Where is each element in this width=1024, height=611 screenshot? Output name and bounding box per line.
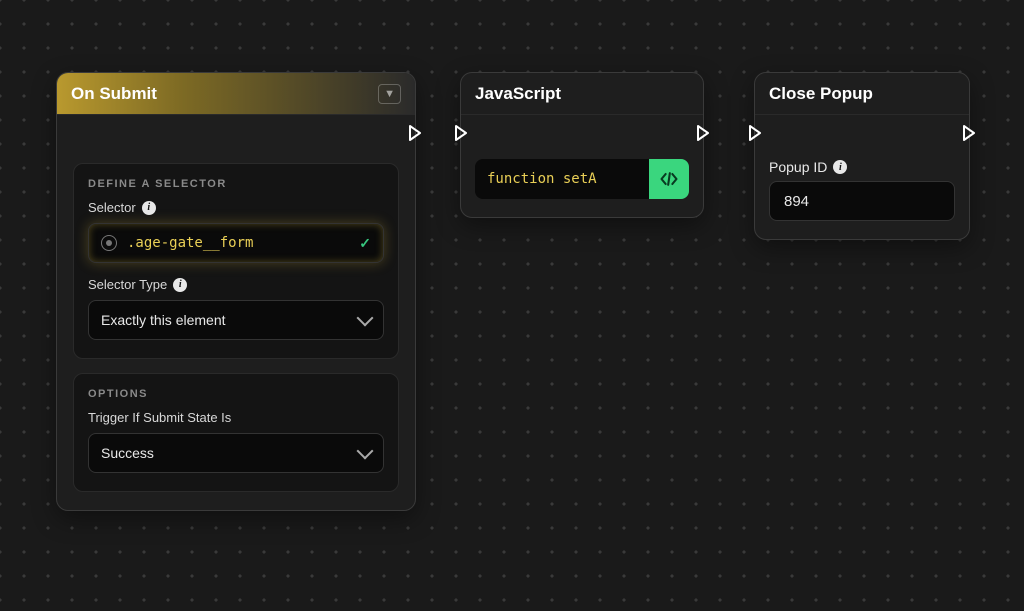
port-row	[57, 115, 415, 151]
trigger-dropdown[interactable]: Success	[88, 433, 384, 473]
filter-icon[interactable]: ▼	[378, 84, 401, 104]
check-icon: ✓	[359, 235, 371, 252]
node-header[interactable]: On Submit ▼	[57, 73, 415, 115]
selector-type-label: Selector Type i	[88, 277, 384, 292]
target-icon[interactable]	[101, 235, 117, 251]
node-on-submit[interactable]: On Submit ▼ DEFINE A SELECTOR Selector i…	[56, 72, 416, 511]
selector-value: .age-gate__form	[117, 235, 359, 251]
node-title: Close Popup	[769, 84, 873, 104]
selector-type-dropdown[interactable]: Exactly this element	[88, 300, 384, 340]
options-panel: OPTIONS Trigger If Submit State Is Succe…	[73, 373, 399, 492]
chevron-down-icon	[357, 443, 374, 460]
node-close-popup[interactable]: Close Popup Popup ID i 894	[754, 72, 970, 240]
input-port[interactable]	[746, 124, 764, 142]
info-icon[interactable]: i	[142, 201, 156, 215]
popup-id-label: Popup ID i	[755, 151, 969, 175]
popup-id-value: 894	[784, 193, 809, 210]
selector-field: Selector i .age-gate__form ✓	[88, 200, 384, 263]
open-code-button[interactable]	[649, 159, 689, 199]
selector-panel: DEFINE A SELECTOR Selector i .age-gate__…	[73, 163, 399, 359]
selector-label: Selector i	[88, 200, 384, 215]
node-javascript[interactable]: JavaScript function setA	[460, 72, 704, 218]
node-title: JavaScript	[475, 84, 561, 104]
node-body: DEFINE A SELECTOR Selector i .age-gate__…	[57, 151, 415, 510]
node-header[interactable]: JavaScript	[461, 73, 703, 115]
trigger-value: Success	[101, 445, 154, 461]
input-port[interactable]	[452, 124, 470, 142]
trigger-label: Trigger If Submit State Is	[88, 410, 384, 425]
info-icon[interactable]: i	[173, 278, 187, 292]
port-row	[461, 115, 703, 151]
code-preview: function setA	[475, 159, 649, 199]
output-port[interactable]	[406, 124, 424, 142]
section-title-selector: DEFINE A SELECTOR	[88, 178, 384, 190]
code-row: function setA	[475, 159, 689, 199]
selector-type-value: Exactly this element	[101, 312, 226, 328]
popup-id-input[interactable]: 894	[769, 181, 955, 221]
section-title-options: OPTIONS	[88, 388, 384, 400]
selector-type-field: Selector Type i Exactly this element	[88, 277, 384, 340]
selector-input[interactable]: .age-gate__form ✓	[88, 223, 384, 263]
port-row	[755, 115, 969, 151]
output-port[interactable]	[694, 124, 712, 142]
chevron-down-icon	[357, 310, 374, 327]
node-title: On Submit	[71, 84, 157, 104]
output-port[interactable]	[960, 124, 978, 142]
node-header[interactable]: Close Popup	[755, 73, 969, 115]
trigger-field: Trigger If Submit State Is Success	[88, 410, 384, 473]
info-icon[interactable]: i	[833, 160, 847, 174]
